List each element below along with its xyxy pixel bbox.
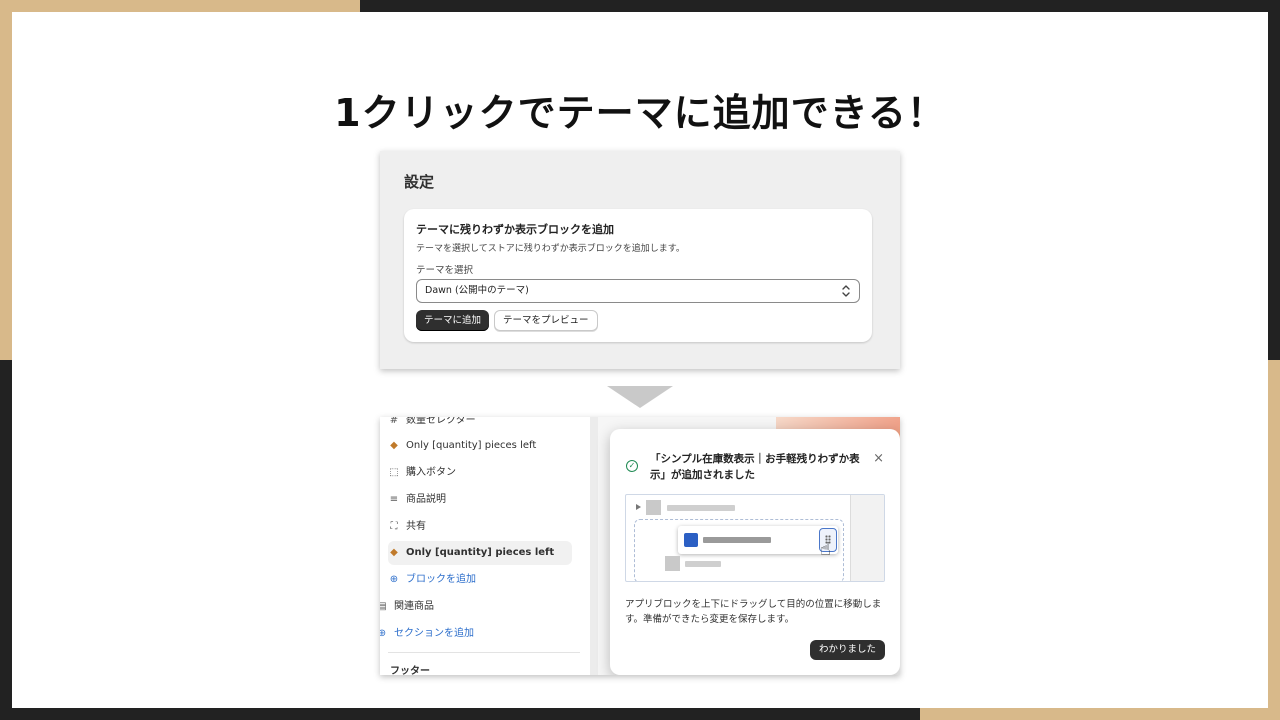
sidebar-item-description[interactable]: ≡ 商品説明 bbox=[388, 488, 572, 512]
headline: 1クリックでテーマに追加できる！ bbox=[334, 91, 946, 135]
sidebar-item-pieces-left-selected[interactable]: ◆ Only [quantity] pieces left bbox=[388, 541, 572, 565]
add-block-card: テーマに残りわずか表示ブロックを追加 テーマを選択してストアに残りわずか表示ブロ… bbox=[404, 209, 872, 342]
illustration-block-icon bbox=[684, 533, 698, 547]
illustration-bar bbox=[685, 561, 721, 567]
illustration-bar bbox=[703, 537, 771, 543]
illustration-dragged-block bbox=[678, 526, 838, 554]
footer-group-label: フッター bbox=[390, 666, 430, 675]
block-added-popover: ✓ 「シンプル在庫数表示｜お手軽残りわずか表示」が追加されました × ☝ アプリ… bbox=[610, 429, 900, 675]
hash-icon: # bbox=[389, 417, 399, 426]
sidebar-item-pieces-left[interactable]: ◆ Only [quantity] pieces left bbox=[388, 434, 572, 458]
card-description: テーマを選択してストアに残りわずか表示ブロックを追加します。 bbox=[416, 244, 685, 254]
sidebar-item-related-products[interactable]: ▤ 関連商品 bbox=[380, 595, 560, 619]
sidebar-item-share[interactable]: ⛶ 共有 bbox=[388, 515, 572, 539]
plus-circle-icon: ⊕ bbox=[380, 628, 387, 639]
down-arrow-icon bbox=[607, 386, 673, 408]
app-block-icon: ◆ bbox=[390, 547, 398, 558]
check-circle-icon: ✓ bbox=[626, 460, 638, 472]
sidebar-item-buy-button[interactable]: ⬚ 購入ボタン bbox=[388, 461, 572, 485]
cursor-button-icon: ⬚ bbox=[389, 467, 399, 478]
illustration-square bbox=[665, 556, 680, 571]
hand-pointer-icon: ☝ bbox=[820, 539, 831, 560]
add-section-link[interactable]: ⊕ セクションを追加 bbox=[380, 622, 560, 646]
theme-editor: # 数量セレクター ◆ Only [quantity] pieces left … bbox=[380, 417, 900, 675]
chevron-up-down-icon bbox=[842, 285, 850, 297]
got-it-button[interactable]: わかりました bbox=[809, 640, 885, 660]
editor-sidebar: # 数量セレクター ◆ Only [quantity] pieces left … bbox=[380, 417, 590, 675]
popover-description: アプリブロックを上下にドラッグして目的の位置に移動します。準備ができたら変更を保… bbox=[625, 599, 882, 625]
illustration-square bbox=[646, 500, 661, 515]
add-block-link[interactable]: ⊕ ブロックを追加 bbox=[388, 568, 572, 592]
caret-right-icon bbox=[636, 504, 641, 510]
settings-title: 設定 bbox=[404, 173, 435, 191]
illustration-sidebar bbox=[850, 495, 884, 581]
theme-select-value: Dawn (公開中のテーマ) bbox=[425, 285, 529, 296]
close-icon[interactable]: × bbox=[873, 451, 884, 466]
share-frame-icon: ⛶ bbox=[390, 521, 398, 532]
slide: 1クリックでテーマに追加できる！ 設定 テーマに残りわずか表示ブロックを追加 テ… bbox=[12, 12, 1268, 708]
theme-select[interactable]: Dawn (公開中のテーマ) bbox=[416, 279, 860, 303]
section-icon: ▤ bbox=[380, 601, 387, 612]
app-block-icon: ◆ bbox=[390, 440, 398, 451]
popover-title: 「シンプル在庫数表示｜お手軽残りわずか表示」が追加されました bbox=[650, 453, 860, 481]
illustration-bar bbox=[667, 505, 735, 511]
drag-illustration: ☝ bbox=[625, 494, 885, 582]
sidebar-divider bbox=[388, 652, 580, 653]
panel-divider bbox=[590, 417, 598, 675]
settings-panel: 設定 テーマに残りわずか表示ブロックを追加 テーマを選択してストアに残りわずか表… bbox=[380, 151, 900, 369]
plus-circle-icon: ⊕ bbox=[389, 574, 399, 585]
theme-select-label: テーマを選択 bbox=[416, 265, 474, 276]
sidebar-item-quantity-selector[interactable]: # 数量セレクター bbox=[388, 417, 572, 433]
card-title: テーマに残りわずか表示ブロックを追加 bbox=[416, 223, 614, 236]
preview-theme-button[interactable]: テーマをプレビュー bbox=[494, 310, 598, 331]
text-lines-icon: ≡ bbox=[389, 494, 399, 505]
add-to-theme-button[interactable]: テーマに追加 bbox=[416, 310, 490, 331]
